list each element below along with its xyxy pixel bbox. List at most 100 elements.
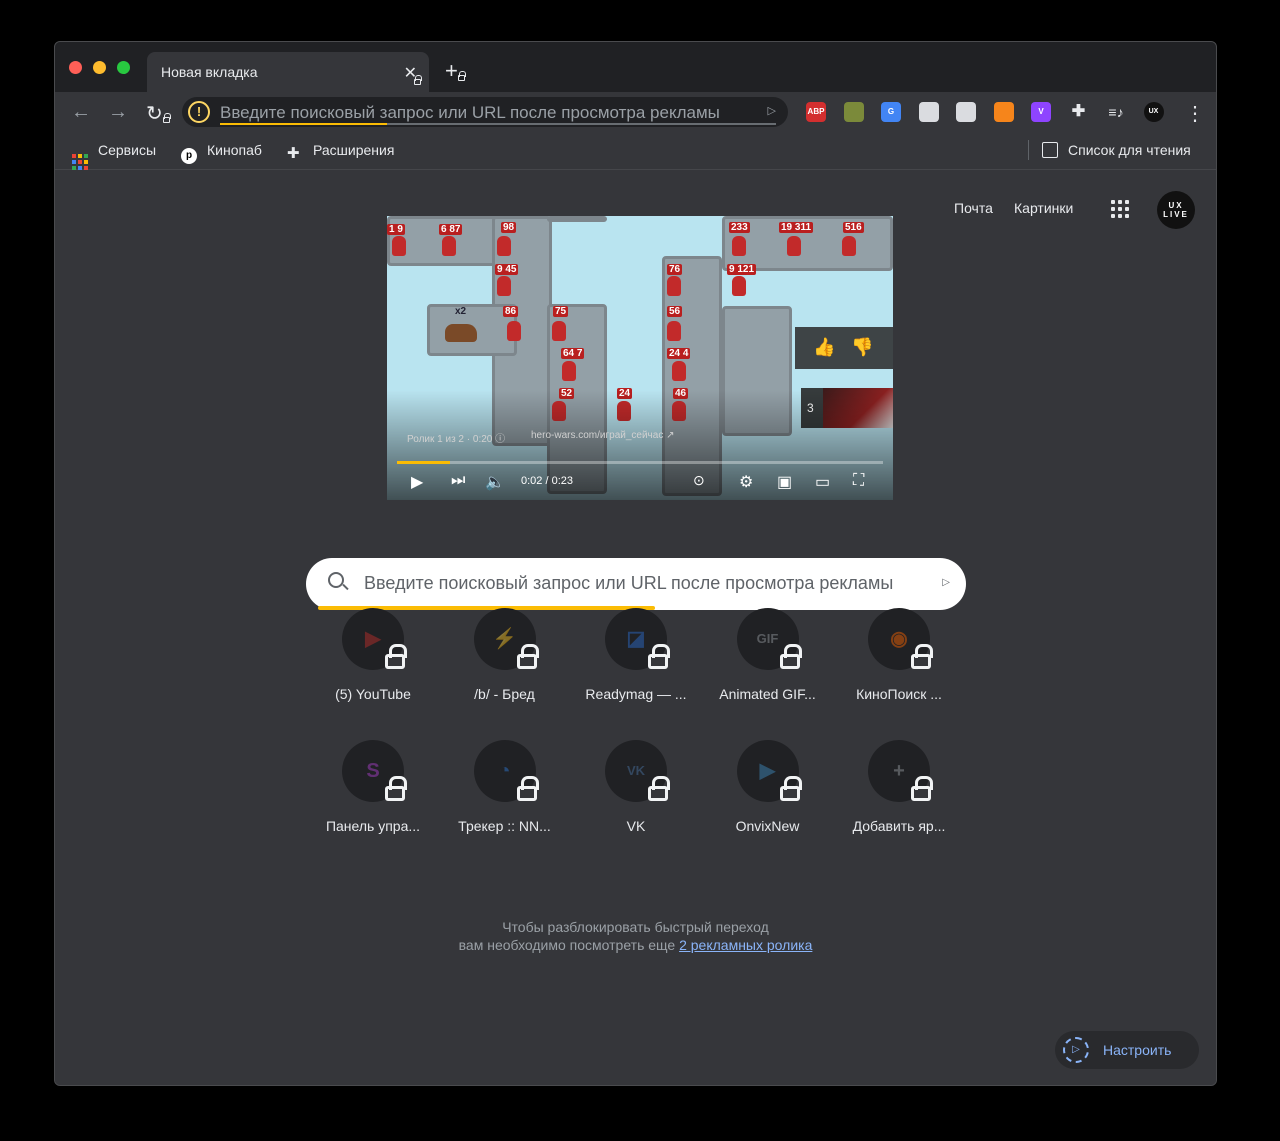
ad-link[interactable]: hero-wars.com/играй_сейчас ↗ [531,430,675,441]
unlock-note: Чтобы разблокировать быстрый переход вам… [55,918,1216,954]
metamask-icon[interactable] [993,102,1014,122]
profile-icon[interactable]: UX [1143,102,1164,122]
lock-icon [779,644,802,669]
game-number: 75 [553,306,569,317]
google-translate-icon[interactable]: G [881,102,901,122]
reload-button[interactable]: ↻ [146,101,163,126]
bookmark-label: Кинопаб [207,142,262,158]
next-button[interactable]: ⏭ [451,472,465,490]
lock-icon [779,776,802,801]
settings-icon[interactable]: ⚙ [739,472,753,492]
omnibox[interactable]: ! Введите поисковый запрос или URL после… [182,97,788,127]
ad-rating-panel: 👍 👎 [795,327,893,369]
avatar[interactable]: UX LIVE [1157,191,1195,229]
zoom-window-button[interactable] [117,61,130,74]
tab-new-tab[interactable]: Новая вкладка ✕ [147,52,429,92]
shortcut-tile[interactable]: VK VK [580,740,692,852]
video-ad[interactable]: 1 9 6 87 98 9 45 86 75 64 7 52 24 76 56 … [387,216,893,500]
shortcut-tile[interactable]: ⚡/b/ - Бред [449,608,561,720]
image-icon[interactable] [956,102,976,122]
unlock-line-2-text: вам необходимо посмотреть еще [458,937,676,953]
play-button[interactable]: ▶ [411,472,423,492]
multiplier-label: x2 [455,306,467,317]
game-number: 9 45 [495,264,519,275]
customize-button[interactable]: ▷ Настроить [1055,1031,1199,1069]
close-window-button[interactable] [69,61,82,74]
thumbs-down-icon[interactable]: 👎 [851,337,873,358]
shortcut-label: Добавить яр... [852,818,946,834]
images-link[interactable]: Картинки [1014,200,1073,216]
shortcut-tile[interactable]: S Панель упра... [317,740,429,852]
forward-button[interactable]: → [108,101,128,124]
thumbs-up-icon[interactable]: 👍 [813,337,835,358]
autoplay-toggle[interactable]: ⊙ [693,472,705,489]
shortcut-tile[interactable]: GIF Animated GIF... [712,608,824,720]
shortcut-tile[interactable]: ▶ (5) YouTube [317,608,429,720]
back-button[interactable]: ← [71,101,91,124]
minimize-window-button[interactable] [93,61,106,74]
shortcut-tile[interactable]: ◔ Трекер :: NN... [449,740,561,852]
game-number: 19 311 [779,222,814,233]
bookmark-services[interactable]: Сервисы [72,142,156,170]
google-apps-icon[interactable] [1111,200,1129,218]
lock-icon [648,644,670,669]
shortcut-tile[interactable]: ▶ OnvixNew [712,740,824,852]
bookmark-kinopub[interactable]: p Кинопаб [181,142,262,164]
puzzle-icon: ✚ [287,145,300,162]
lock-icon [911,776,933,801]
unlock-line-2: вам необходимо посмотреть еще 2 рекламны… [55,936,1216,954]
browser-window: Новая вкладка ✕ + ← → ↻ ! Введите поиско… [54,41,1217,1086]
vimeo-icon[interactable]: V [1031,102,1051,122]
shortcut-label: Animated GIF... [719,686,816,702]
bookmark-label: Сервисы [98,142,157,158]
theater-icon[interactable]: ▭ [815,472,830,492]
search-box[interactable]: Введите поисковый запрос или URL после п… [306,558,966,610]
game-number: 86 [503,306,519,317]
play-icon: ▷ [767,105,776,117]
toolbar: ← → ↻ ! Введите поисковый запрос или URL… [55,92,1216,132]
search-input[interactable]: Введите поисковый запрос или URL после п… [364,573,893,594]
enemy [497,276,511,296]
shortcut-tile[interactable]: ◪ Readymag — ... [580,608,692,720]
color-picker-icon[interactable] [843,102,864,122]
bookmarks-bar: Сервисы p Кинопаб ✚ Расширения Список для … [55,132,1216,170]
game-number: 24 4 [667,348,691,359]
miniplayer-icon[interactable]: ▣ [777,472,792,492]
media-icon[interactable]: ≡♪ [1106,102,1126,122]
play-icon: ▷ [942,577,950,588]
shortcut-label: /b/ - Бред [474,686,535,702]
unlock-link[interactable]: 2 рекламных ролика [679,937,812,953]
game-number: 1 9 [387,224,405,235]
fullscreen-icon[interactable]: ⛶ [853,472,864,490]
game-number: 56 [667,306,683,317]
screenshot-icon[interactable] [918,102,939,122]
shortcut-label: VK [626,818,646,834]
gmail-link[interactable]: Почта [954,200,993,216]
divider [1028,140,1029,160]
game-number: 516 [843,222,864,233]
customize-label: Настроить [1103,1042,1172,1058]
shortcut-tile[interactable]: + Добавить яр... [843,740,955,852]
new-tab-button[interactable]: + [445,58,458,84]
shortcut-tile[interactable]: ◉ КиноПоиск ... [843,608,955,720]
omnibox-input[interactable]: Введите поисковый запрос или URL после п… [220,103,720,123]
volume-icon[interactable]: 🔈 [485,472,505,492]
tab-title: Новая вкладка [161,64,258,80]
enemy [442,236,456,256]
enemy [667,276,681,296]
game-number: 9 121 [727,264,757,275]
video-seek-bar[interactable] [397,461,883,464]
menu-icon[interactable]: ⋮ [1185,101,1205,126]
enemy [732,276,746,296]
enemy [562,361,576,381]
lock-icon [414,75,422,85]
abp-icon[interactable]: ABP [806,102,826,122]
game-number: 76 [667,264,683,275]
video-time: 0:02 / 0:23 [521,475,573,487]
warning-icon: ! [188,101,210,123]
puzzle-icon[interactable]: ✚ [1069,102,1089,122]
reading-list-button[interactable]: Список для чтения [1042,142,1191,158]
shortcut-label: КиноПоиск ... [856,686,942,702]
bookmark-extensions[interactable]: ✚ Расширения [287,142,394,162]
apps-icon [72,154,88,170]
